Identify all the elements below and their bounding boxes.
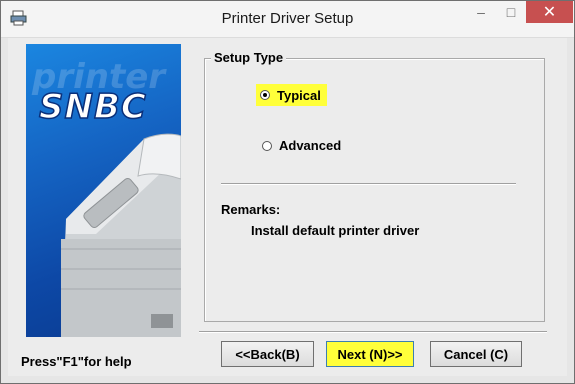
setup-type-title: Setup Type: [211, 50, 287, 65]
banner-image: printer SNBC: [26, 44, 181, 337]
close-button[interactable]: ✕: [526, 1, 573, 23]
next-button[interactable]: Next (N)>>: [326, 341, 414, 367]
back-button[interactable]: <<Back(B): [221, 341, 314, 367]
advanced-option[interactable]: Advanced: [262, 138, 341, 153]
remarks-label: Remarks:: [221, 202, 281, 217]
remarks-text: Install default printer driver: [251, 223, 420, 238]
advanced-label: Advanced: [279, 138, 342, 153]
minimize-button[interactable]: –: [467, 1, 495, 23]
help-hint: Press"F1"for help: [21, 354, 132, 369]
dialog-client: printer SNBC Setup Type Typical Advanced…: [8, 38, 567, 376]
advanced-radio[interactable]: [262, 140, 272, 151]
typical-radio[interactable]: [260, 90, 270, 100]
maximize-button[interactable]: □: [497, 1, 525, 23]
typical-option[interactable]: Typical: [256, 84, 327, 106]
cancel-button[interactable]: Cancel (C): [430, 341, 522, 367]
snbc-logo: SNBC: [39, 87, 147, 127]
typical-label: Typical: [277, 87, 321, 103]
setup-window: Printer Driver Setup – □ ✕ printer SNBC …: [0, 0, 575, 384]
footer-separator: [199, 331, 547, 333]
group-separator: [221, 183, 516, 185]
title-bar: Printer Driver Setup – □ ✕: [1, 1, 574, 38]
